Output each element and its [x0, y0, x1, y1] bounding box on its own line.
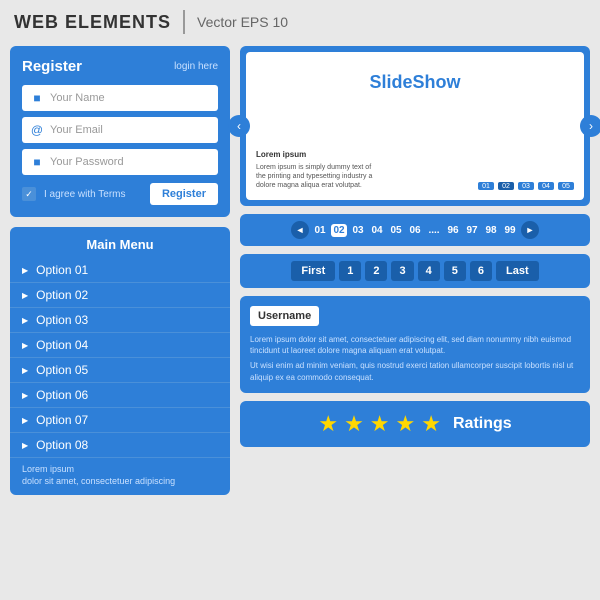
- page2-num-5[interactable]: 5: [444, 261, 466, 281]
- menu-label-7: Option 07: [36, 413, 88, 427]
- page-num-01[interactable]: 01: [312, 224, 328, 237]
- main-menu: Main Menu ▶ Option 01 ▶ Option 02 ▶ Opti…: [10, 227, 230, 495]
- header-divider: [183, 10, 185, 34]
- user-icon: ■: [30, 91, 44, 105]
- menu-item-7[interactable]: ▶ Option 07: [10, 408, 230, 433]
- star-2[interactable]: ★: [344, 411, 364, 437]
- register-button[interactable]: Register: [150, 183, 218, 205]
- page-num-06[interactable]: 06: [407, 224, 423, 237]
- slideshow-box: ‹ SlideShow Lorem ipsum Lorem ipsum is s…: [240, 46, 590, 206]
- right-column: ‹ SlideShow Lorem ipsum Lorem ipsum is s…: [240, 46, 590, 495]
- pagination2-bar: First 1 2 3 4 5 6 Last: [240, 254, 590, 288]
- menu-item-5[interactable]: ▶ Option 05: [10, 358, 230, 383]
- menu-item-4[interactable]: ▶ Option 04: [10, 333, 230, 358]
- email-label: Your Email: [50, 124, 103, 136]
- arrow-icon-2: ▶: [22, 291, 28, 300]
- slideshow-next-button[interactable]: ›: [580, 115, 600, 137]
- last-button[interactable]: Last: [496, 261, 539, 281]
- menu-footer: Lorem ipsumdolor sit amet, consectetuer …: [10, 458, 230, 491]
- ratings-box: ★ ★ ★ ★ ★ Ratings: [240, 401, 590, 447]
- menu-label-1: Option 01: [36, 263, 88, 277]
- username-field[interactable]: Username: [250, 306, 319, 326]
- page2-num-1[interactable]: 1: [339, 261, 361, 281]
- email-icon: @: [30, 123, 44, 137]
- user-text-1: Lorem ipsum dolor sit amet, consectetuer…: [250, 334, 580, 356]
- arrow-icon-5: ▶: [22, 366, 28, 375]
- dot-1[interactable]: 01: [478, 182, 494, 190]
- arrow-icon-1: ▶: [22, 266, 28, 275]
- menu-item-2[interactable]: ▶ Option 02: [10, 283, 230, 308]
- dot-5[interactable]: 05: [558, 182, 574, 190]
- slideshow-description: Lorem ipsum Lorem ipsum is simply dummy …: [256, 150, 376, 190]
- page-num-97[interactable]: 97: [464, 224, 480, 237]
- menu-label-4: Option 04: [36, 338, 88, 352]
- page-num-98[interactable]: 98: [483, 224, 499, 237]
- register-box: Register login here ■ Your Name @ Your E…: [10, 46, 230, 217]
- slideshow-inner: ‹ SlideShow Lorem ipsum Lorem ipsum is s…: [246, 52, 584, 200]
- dot-4[interactable]: 04: [538, 182, 554, 190]
- slideshow-title: SlideShow: [256, 72, 574, 93]
- page-num-03[interactable]: 03: [350, 224, 366, 237]
- star-1[interactable]: ★: [318, 411, 338, 437]
- pagination-prev[interactable]: ◄: [291, 221, 309, 239]
- first-button[interactable]: First: [291, 261, 335, 281]
- page2-num-3[interactable]: 3: [391, 261, 413, 281]
- menu-label-3: Option 03: [36, 313, 88, 327]
- page2-num-6[interactable]: 6: [470, 261, 492, 281]
- arrow-icon-6: ▶: [22, 391, 28, 400]
- name-field[interactable]: ■ Your Name: [22, 85, 218, 111]
- page2-num-2[interactable]: 2: [365, 261, 387, 281]
- menu-item-8[interactable]: ▶ Option 08: [10, 433, 230, 458]
- arrow-icon-3: ▶: [22, 316, 28, 325]
- register-title: Register: [22, 58, 82, 75]
- login-link[interactable]: login here: [174, 61, 218, 72]
- menu-label-8: Option 08: [36, 438, 88, 452]
- dot-2[interactable]: 02: [498, 182, 514, 190]
- page-num-99[interactable]: 99: [502, 224, 518, 237]
- menu-item-6[interactable]: ▶ Option 06: [10, 383, 230, 408]
- page-ellipsis: ....: [426, 224, 442, 237]
- agree-checkbox[interactable]: [22, 187, 36, 201]
- header-subtitle: Vector EPS 10: [197, 14, 288, 30]
- page2-num-4[interactable]: 4: [418, 261, 440, 281]
- lock-icon: ■: [30, 155, 44, 169]
- star-5[interactable]: ★: [421, 411, 441, 437]
- star-4[interactable]: ★: [396, 411, 416, 437]
- menu-item-3[interactable]: ▶ Option 03: [10, 308, 230, 333]
- password-field[interactable]: ■ Your Password: [22, 149, 218, 175]
- pagination-next[interactable]: ►: [521, 221, 539, 239]
- left-column: Register login here ■ Your Name @ Your E…: [10, 46, 230, 495]
- user-text-2: Ut wisi enim ad minim veniam, quis nostr…: [250, 360, 580, 382]
- menu-title: Main Menu: [10, 237, 230, 252]
- menu-item-1[interactable]: ▶ Option 01: [10, 258, 230, 283]
- page-num-02[interactable]: 02: [331, 224, 347, 237]
- page-title: WEB ELEMENTS: [14, 12, 171, 33]
- agree-text: I agree with Terms: [44, 189, 142, 200]
- password-label: Your Password: [50, 156, 124, 168]
- ratings-label: Ratings: [453, 415, 512, 433]
- page-num-96[interactable]: 96: [445, 224, 461, 237]
- arrow-icon-7: ▶: [22, 416, 28, 425]
- menu-label-2: Option 02: [36, 288, 88, 302]
- page-num-05[interactable]: 05: [388, 224, 404, 237]
- menu-label-6: Option 06: [36, 388, 88, 402]
- slideshow-prev-button[interactable]: ‹: [228, 115, 250, 137]
- star-3[interactable]: ★: [370, 411, 390, 437]
- page-num-04[interactable]: 04: [369, 224, 385, 237]
- pagination-bar: ◄ 01 02 03 04 05 06 .... 96 97 98 99 ►: [240, 214, 590, 246]
- dot-3[interactable]: 03: [518, 182, 534, 190]
- arrow-icon-4: ▶: [22, 341, 28, 350]
- menu-label-5: Option 05: [36, 363, 88, 377]
- user-card: Username Lorem ipsum dolor sit amet, con…: [240, 296, 590, 393]
- name-label: Your Name: [50, 92, 105, 104]
- email-field[interactable]: @ Your Email: [22, 117, 218, 143]
- slideshow-dots: 01 02 03 04 05: [478, 182, 574, 190]
- arrow-icon-8: ▶: [22, 441, 28, 450]
